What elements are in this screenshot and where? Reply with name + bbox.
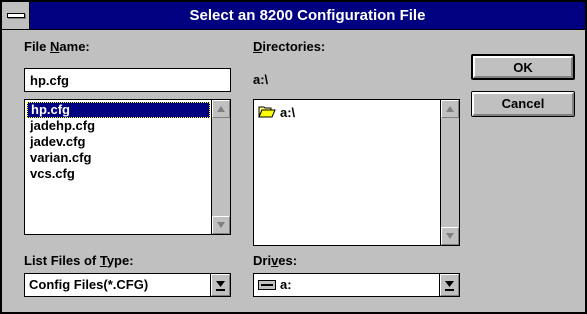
cancel-button[interactable]: Cancel: [471, 91, 575, 117]
arrow-up-icon: [446, 106, 454, 112]
ok-button[interactable]: OK: [471, 54, 575, 80]
directory-item-label: a:\: [280, 104, 296, 120]
cancel-button-label: Cancel: [472, 92, 574, 116]
dropdown-arrow-icon: [445, 281, 454, 291]
drives-select[interactable]: a:: [253, 273, 460, 297]
system-menu-button[interactable]: [2, 2, 30, 29]
file-list-item[interactable]: hp.cfg: [27, 102, 210, 118]
scroll-down-button[interactable]: [212, 216, 230, 234]
directory-listbox[interactable]: a:\: [253, 99, 460, 246]
file-name-label: File Name:: [24, 39, 90, 54]
file-type-label: List Files of Type:: [24, 253, 134, 268]
directory-item[interactable]: a:\: [258, 104, 295, 120]
dropdown-arrow-icon: [216, 281, 225, 291]
file-type-dropdown-button[interactable]: [210, 274, 230, 296]
drives-dropdown-button[interactable]: [439, 274, 459, 296]
file-list-item[interactable]: varian.cfg: [27, 150, 210, 166]
ok-button-label: OK: [473, 56, 573, 78]
file-dialog: Select an 8200 Configuration File File N…: [0, 0, 587, 314]
current-directory: a:\: [253, 72, 269, 87]
drives-value-container: a:: [258, 274, 292, 296]
title-bar[interactable]: Select an 8200 Configuration File: [2, 2, 585, 30]
file-type-select[interactable]: Config Files(*.CFG): [24, 273, 231, 297]
file-list-item[interactable]: jadehp.cfg: [27, 118, 210, 134]
scroll-track[interactable]: [441, 118, 459, 227]
scroll-track[interactable]: [212, 118, 230, 216]
system-menu-icon: [7, 13, 25, 18]
scroll-down-button[interactable]: [441, 227, 459, 245]
window-title: Select an 8200 Configuration File: [189, 7, 426, 24]
scroll-up-button[interactable]: [212, 100, 230, 118]
arrow-up-icon: [217, 106, 225, 112]
drives-value: a:: [280, 277, 292, 292]
directories-label: Directories:: [253, 39, 326, 54]
drives-label: Drives:: [253, 253, 298, 268]
floppy-drive-icon: [258, 280, 276, 290]
directory-scrollbar[interactable]: [440, 100, 459, 245]
open-folder-icon: [258, 106, 276, 118]
file-list-scrollbar[interactable]: [211, 100, 230, 234]
file-listbox[interactable]: hp.cfg jadehp.cfg jadev.cfg varian.cfg vcs.c…: [24, 99, 231, 235]
file-list-item[interactable]: vcs.cfg: [27, 166, 210, 182]
arrow-down-icon: [217, 222, 225, 228]
file-type-value: Config Files(*.CFG): [29, 277, 149, 292]
file-list-item[interactable]: jadev.cfg: [27, 134, 210, 150]
scroll-up-button[interactable]: [441, 100, 459, 118]
arrow-down-icon: [446, 233, 454, 239]
file-name-input[interactable]: [24, 68, 231, 92]
